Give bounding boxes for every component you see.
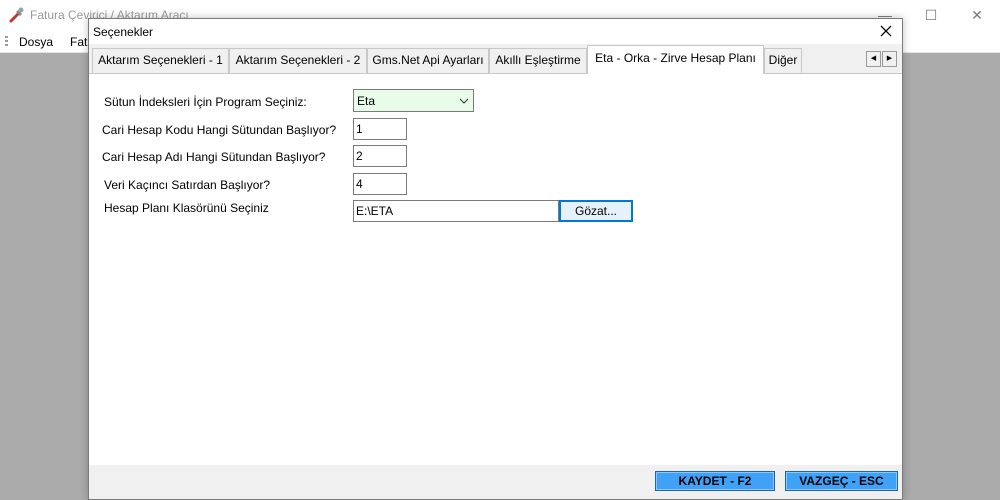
tab-diger[interactable]: Diğer bbox=[764, 48, 802, 73]
folder-label: Hesap Planı Klasörünü Seçiniz bbox=[104, 201, 269, 215]
dialog-footer: KAYDET - F2 VAZGEÇ - ESC bbox=[89, 465, 902, 499]
tab-scroll-right-icon[interactable]: ▶ bbox=[882, 51, 897, 67]
menu-item-dosya[interactable]: Dosya bbox=[19, 35, 53, 49]
options-dialog: Seçenekler Aktarım Seçenekleri - 1 Aktar… bbox=[88, 18, 903, 500]
tab-panel-hesap-plani: Sütun İndeksleri İçin Program Seçiniz: E… bbox=[89, 73, 902, 465]
maximize-button[interactable]: ☐ bbox=[908, 0, 954, 30]
menu-grip-icon bbox=[5, 36, 8, 48]
chevron-down-icon bbox=[459, 98, 469, 104]
dialog-title: Seçenekler bbox=[93, 25, 154, 39]
tab-strip: Aktarım Seçenekleri - 1 Aktarım Seçenekl… bbox=[89, 45, 902, 74]
app-icon bbox=[9, 7, 24, 23]
account-name-column-input[interactable] bbox=[353, 145, 407, 167]
program-select-label: Sütun İndeksleri İçin Program Seçiniz: bbox=[104, 95, 307, 109]
tab-aktarim-secenekleri-1[interactable]: Aktarım Seçenekleri - 1 bbox=[92, 48, 229, 73]
program-select[interactable]: Eta bbox=[353, 89, 474, 112]
save-button[interactable]: KAYDET - F2 bbox=[655, 471, 775, 491]
tab-scroll-left-icon[interactable]: ◀ bbox=[866, 51, 881, 67]
browse-button[interactable]: Gözat... bbox=[559, 200, 633, 222]
program-select-value: Eta bbox=[357, 94, 376, 108]
tab-gms-net-api-ayarlari[interactable]: Gms.Net Api Ayarları bbox=[367, 48, 489, 73]
tab-akilli-eslestirme[interactable]: Akıllı Eşleştirme bbox=[489, 48, 587, 73]
cancel-button[interactable]: VAZGEÇ - ESC bbox=[785, 471, 898, 491]
start-row-label: Veri Kaçıncı Satırdan Başlıyor? bbox=[104, 178, 271, 192]
account-name-column-label: Cari Hesap Adı Hangi Sütundan Başlıyor? bbox=[102, 150, 326, 164]
account-code-column-label: Cari Hesap Kodu Hangi Sütundan Başlıyor? bbox=[102, 123, 337, 137]
main-close-button[interactable]: ✕ bbox=[954, 0, 1000, 30]
account-code-column-input[interactable] bbox=[353, 118, 407, 140]
folder-path-input[interactable] bbox=[353, 200, 559, 222]
tab-aktarim-secenekleri-2[interactable]: Aktarım Seçenekleri - 2 bbox=[229, 48, 367, 73]
dialog-close-icon[interactable] bbox=[870, 19, 902, 44]
dialog-titlebar: Seçenekler bbox=[89, 19, 902, 44]
tab-eta-orka-zirve-hesap-plani[interactable]: Eta - Orka - Zirve Hesap Planı bbox=[587, 45, 764, 74]
start-row-input[interactable] bbox=[353, 173, 407, 195]
